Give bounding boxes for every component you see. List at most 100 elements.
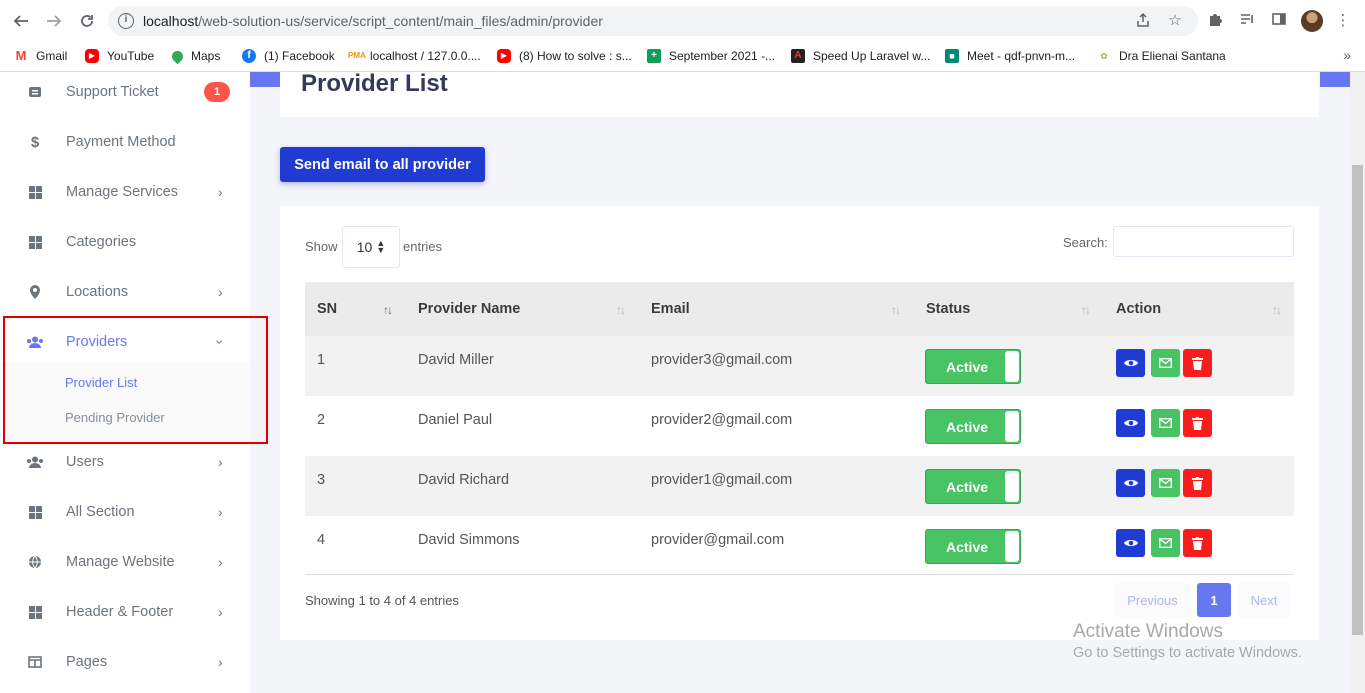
cell-email: provider1@gmail.com — [651, 472, 793, 488]
bookmark-star-icon[interactable]: ☆ — [1166, 12, 1184, 30]
sidebar-item-all-section[interactable]: All Section › — [0, 492, 250, 532]
column-header-status[interactable]: Status — [926, 301, 970, 317]
status-label: Active — [946, 479, 989, 495]
eye-icon — [1123, 420, 1138, 426]
column-header-provider-name[interactable]: Provider Name — [418, 301, 520, 317]
sidebar-item-header-footer[interactable]: Header & Footer › — [0, 592, 250, 632]
sidebar-item-categories[interactable]: Categories — [0, 222, 250, 262]
sidebar-item-locations[interactable]: Locations › — [0, 272, 250, 312]
table-info: Showing 1 to 4 of 4 entries — [305, 593, 459, 608]
delete-button[interactable] — [1183, 529, 1212, 557]
sort-icon[interactable]: ↑↓ — [616, 303, 626, 317]
view-button[interactable] — [1116, 409, 1145, 437]
sidebar-item-manage-services[interactable]: Manage Services › — [0, 172, 250, 212]
bookmark-site[interactable]: ✿ Dra Elienai Santana — [1097, 45, 1226, 67]
entries-value: 10 — [356, 239, 373, 255]
table-bottom-divider — [305, 574, 1294, 575]
status-toggle[interactable]: Active — [925, 529, 1021, 564]
column-header-email[interactable]: Email — [651, 301, 690, 317]
share-icon[interactable] — [1134, 12, 1152, 30]
bookmark-phpmyadmin[interactable]: PMA localhost / 127.0.0.... — [348, 45, 481, 67]
sidebar-item-pages[interactable]: Pages › — [0, 642, 250, 682]
media-queue-icon[interactable] — [1237, 11, 1257, 31]
bookmark-sheets[interactable]: + September 2021 -... — [647, 45, 775, 67]
sidebar-item-support-ticket[interactable]: Support Ticket 1 — [0, 72, 250, 112]
activate-windows-title: Activate Windows — [1073, 621, 1223, 642]
scrollbar-thumb[interactable] — [1352, 165, 1363, 635]
bookmark-youtube-2[interactable]: ▶ (8) How to solve : s... — [497, 45, 632, 67]
side-panel-icon[interactable] — [1269, 11, 1289, 31]
search-input[interactable] — [1113, 226, 1294, 257]
forward-arrow-icon[interactable] — [43, 10, 65, 32]
reload-icon[interactable] — [76, 10, 98, 32]
pagination-previous-button[interactable]: Previous — [1114, 583, 1191, 617]
envelope-icon — [1159, 358, 1172, 368]
table-row: 2 Daniel Paul provider2@gmail.com Active — [305, 396, 1294, 456]
cell-email: provider3@gmail.com — [651, 352, 793, 368]
delete-button[interactable] — [1183, 409, 1212, 437]
sort-icon[interactable]: ↑↓ — [891, 303, 901, 317]
sort-icon[interactable]: ↑↓ — [1272, 303, 1282, 317]
view-button[interactable] — [1116, 469, 1145, 497]
email-button[interactable] — [1151, 349, 1180, 377]
menu-kebab-icon[interactable]: ⋮ — [1333, 11, 1353, 31]
bookmark-label: (1) Facebook — [264, 49, 335, 63]
status-toggle[interactable]: Active — [925, 409, 1021, 444]
sidebar-item-payment-method[interactable]: $ Payment Method — [0, 122, 250, 162]
profile-avatar[interactable] — [1301, 10, 1323, 32]
url-text[interactable]: localhost/web-solution-us/service/script… — [143, 13, 603, 29]
bookmark-label: Speed Up Laravel w... — [813, 49, 931, 63]
email-button[interactable] — [1151, 409, 1180, 437]
grid-icon — [26, 503, 44, 521]
bookmark-facebook[interactable]: f (1) Facebook — [242, 45, 335, 67]
highlight-annotation — [3, 316, 268, 444]
chevron-right-icon: › — [218, 284, 223, 300]
back-arrow-icon[interactable] — [10, 10, 32, 32]
envelope-icon — [1159, 538, 1172, 548]
cell-sn: 3 — [317, 472, 326, 488]
bookmark-label: localhost / 127.0.0.... — [370, 49, 481, 63]
sidebar-item-label: Header & Footer — [66, 604, 174, 620]
grid-icon — [26, 183, 44, 201]
gmail-icon: M — [14, 48, 28, 63]
status-label: Active — [946, 419, 989, 435]
chevron-right-icon: › — [218, 654, 223, 670]
search-label: Search: — [1063, 235, 1108, 250]
status-toggle[interactable]: Active — [925, 469, 1021, 504]
delete-button[interactable] — [1183, 469, 1212, 497]
sidebar-item-label: Pages — [66, 654, 108, 670]
status-toggle[interactable]: Active — [925, 349, 1021, 384]
column-header-action[interactable]: Action — [1116, 301, 1161, 317]
bookmarks-overflow-icon[interactable]: » — [1343, 47, 1351, 63]
email-button[interactable] — [1151, 469, 1180, 497]
pagination-next-button[interactable]: Next — [1237, 583, 1291, 617]
address-bar[interactable]: i localhost/web-solution-us/service/scri… — [108, 6, 1198, 36]
sort-caret-icon: ▲ ▼ — [376, 238, 386, 255]
sidebar-item-label: Support Ticket — [66, 84, 159, 100]
trash-icon — [1192, 356, 1203, 370]
view-button[interactable] — [1116, 349, 1145, 377]
extensions-puzzle-icon[interactable] — [1205, 11, 1225, 31]
bookmark-laravel[interactable]: A Speed Up Laravel w... — [791, 45, 930, 67]
site-info-icon[interactable]: i — [118, 13, 134, 29]
view-button[interactable] — [1116, 529, 1145, 557]
delete-button[interactable] — [1183, 349, 1212, 377]
table-row: 4 David Simmons provider@gmail.com Activ… — [305, 516, 1294, 576]
ticket-icon — [26, 83, 44, 101]
email-button[interactable] — [1151, 529, 1180, 557]
entries-per-page-select[interactable]: 10 ▲ ▼ — [342, 226, 400, 268]
sort-icon[interactable]: ↑↓ — [1081, 303, 1091, 317]
sort-asc-icon[interactable]: ↑↓ — [383, 303, 393, 317]
sidebar-item-manage-website[interactable]: Manage Website › — [0, 542, 250, 582]
column-header-sn[interactable]: SN — [317, 301, 337, 317]
sidebar-item-users[interactable]: Users › — [0, 442, 250, 482]
page-title: Provider List — [301, 70, 448, 97]
bookmark-gmail[interactable]: M Gmail — [14, 45, 67, 67]
globe-icon — [26, 553, 44, 571]
eye-icon — [1123, 480, 1138, 486]
bookmark-youtube[interactable]: ▶ YouTube — [85, 45, 154, 67]
send-email-all-button[interactable]: Send email to all provider — [280, 147, 485, 182]
pagination-page-button[interactable]: 1 — [1197, 583, 1231, 617]
bookmark-meet[interactable]: ■ Meet - qdf-pnvn-m... — [945, 45, 1075, 67]
bookmark-maps[interactable]: Maps — [169, 45, 220, 67]
